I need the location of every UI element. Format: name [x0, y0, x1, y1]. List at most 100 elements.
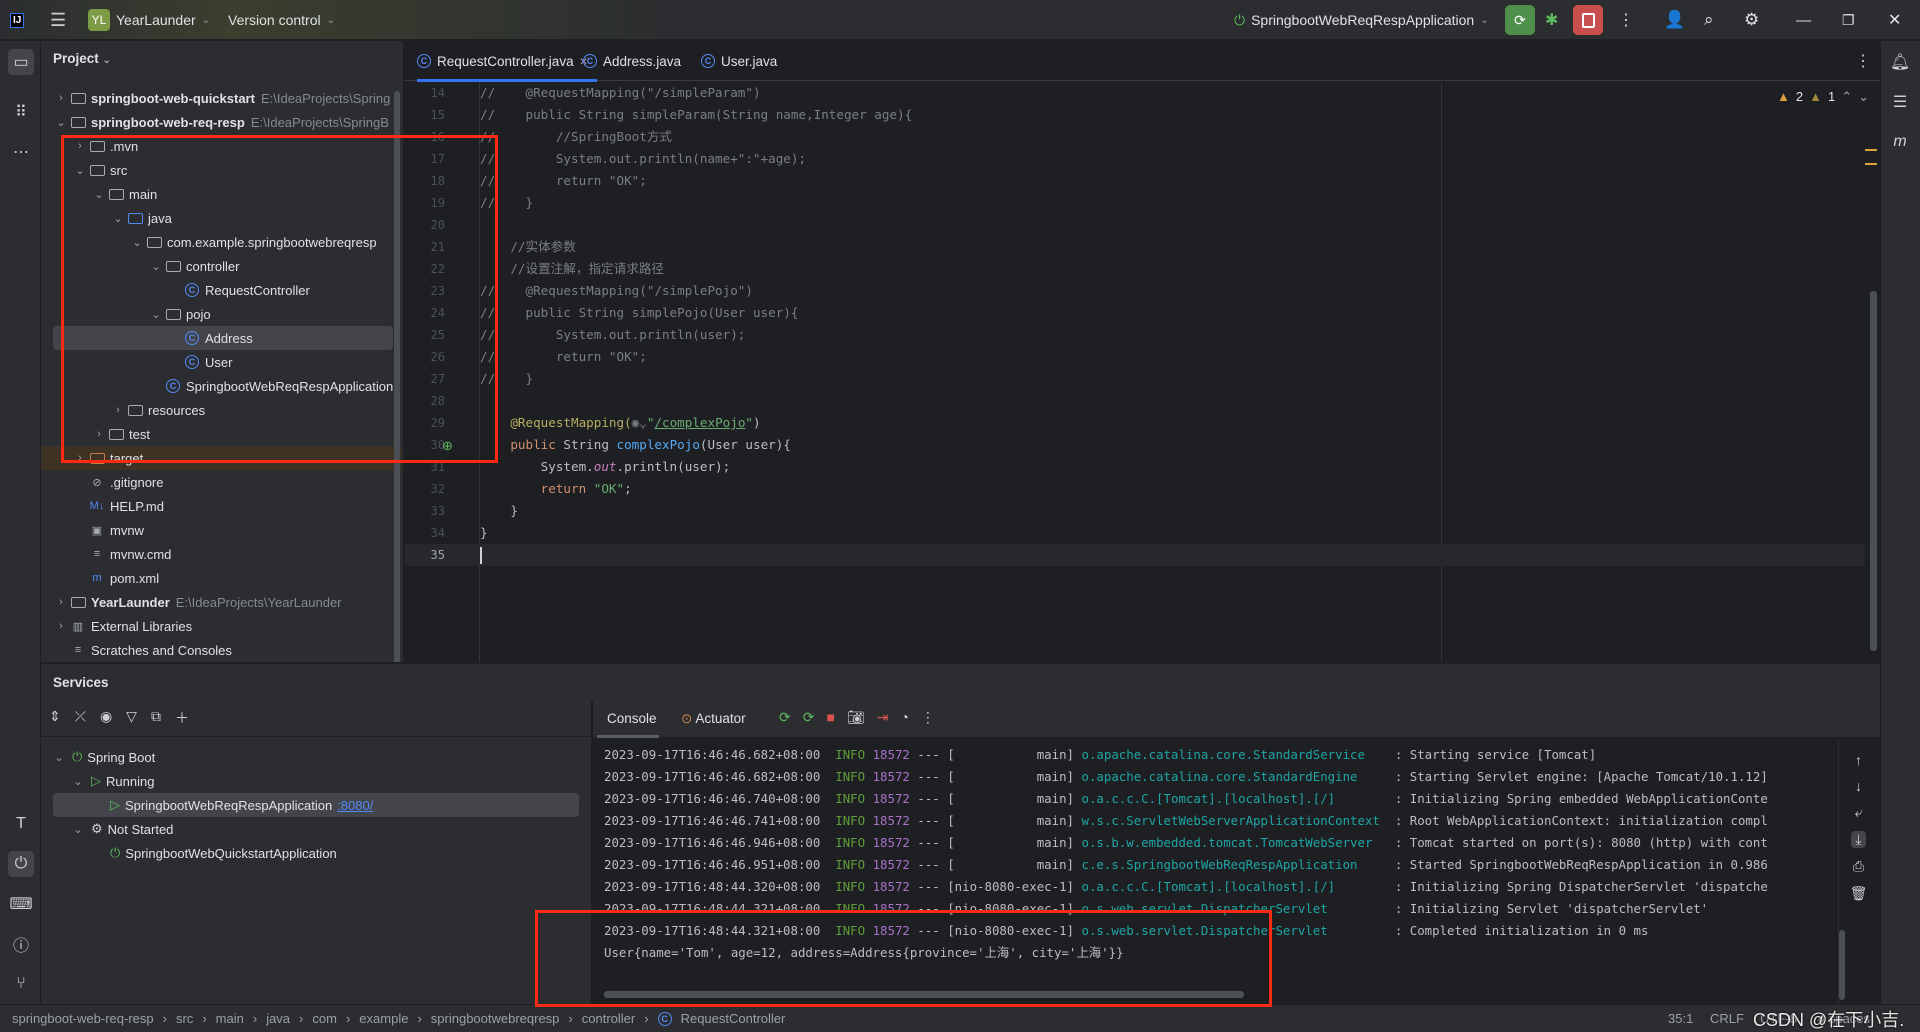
project-scrollbar[interactable] [394, 91, 400, 662]
tree-item[interactable]: ▣ mvnw [41, 518, 401, 542]
gear-icon[interactable]: ⚙ [1744, 0, 1759, 40]
tree-item[interactable]: ≡ mvnw.cmd [41, 542, 401, 566]
notifications-bell-icon[interactable]: 🔔︎ [1887, 49, 1913, 75]
inspection-widget[interactable]: ▲ 2 ▲ 1 ⌃ ⌄ [1777, 89, 1869, 105]
console-v-scrollbar[interactable] [1839, 930, 1845, 1000]
service-item[interactable]: ⏻ SpringbootWebQuickstartApplication [89, 841, 337, 865]
breadcrumb-item[interactable]: java [266, 1011, 290, 1026]
close-icon[interactable]: ✕ [1888, 0, 1901, 40]
tree-item[interactable]: ⌄ pojo [41, 302, 401, 326]
service-item[interactable]: ▷ SpringbootWebReqRespApplication:8080/ [53, 793, 579, 817]
chevron-down-icon[interactable]: ⌄ [110, 212, 126, 225]
tree-item[interactable]: ⊘ .gitignore [41, 470, 401, 494]
tree-item[interactable]: ⌄ java [41, 206, 401, 230]
project-panel-title[interactable]: Project ⌄ [53, 51, 111, 66]
main-menu-icon[interactable]: ☰ [50, 0, 66, 40]
tree-item[interactable]: M↓ HELP.md [41, 494, 401, 518]
minimize-icon[interactable]: — [1796, 0, 1811, 40]
tab-console[interactable]: Console [607, 711, 657, 726]
breadcrumb-item[interactable]: example [359, 1011, 408, 1026]
run-config-selector[interactable]: ⏻ SpringbootWebReqRespApplication ⌄ [1234, 0, 1489, 40]
tree-item[interactable]: ⌄ springboot-web-req-resp E:\IdeaProjects\… [41, 110, 401, 134]
database-icon[interactable]: ☰ [1887, 89, 1913, 115]
console-h-scrollbar[interactable] [604, 991, 1244, 998]
chevron-right-icon[interactable]: › [91, 428, 107, 440]
view-options-eye-icon[interactable]: ◉ [100, 708, 112, 728]
service-port-link[interactable]: :8080/ [337, 798, 373, 813]
tree-item[interactable]: ⌄ src [41, 158, 401, 182]
debug-bug-icon[interactable]: ✱ [1545, 0, 1558, 40]
chevron-down-icon[interactable]: ⌄ [148, 260, 164, 273]
tree-item[interactable]: C Address [53, 326, 393, 350]
editor-scrollbar[interactable] [1870, 291, 1877, 651]
git-icon[interactable]: ⑂ [8, 971, 34, 997]
tree-item[interactable]: › target [41, 446, 401, 470]
breadcrumb-item[interactable]: springbootwebreqresp [431, 1011, 560, 1026]
structure-icon[interactable]: ⠿ [8, 99, 34, 125]
chevron-right-icon[interactable]: › [72, 140, 88, 152]
line-separator[interactable]: CRLF [1710, 1011, 1744, 1026]
tree-item[interactable]: › resources [41, 398, 401, 422]
rerun-icon[interactable]: ⟳ [779, 709, 791, 726]
rerun-debug-icon[interactable]: ⟳ [803, 709, 815, 726]
chevron-down-icon[interactable]: ⌄ [51, 751, 67, 764]
problems-icon[interactable]: ⓘ [8, 931, 34, 957]
tree-item[interactable]: › test [41, 422, 401, 446]
chevron-down-icon[interactable]: ⌄ [129, 236, 145, 249]
service-item[interactable]: ⌄ ⏻ Spring Boot [51, 745, 155, 769]
tree-item[interactable]: ≡ Scratches and Consoles [41, 638, 401, 662]
chevron-down-icon[interactable]: ⌄ [53, 116, 69, 129]
stop-button[interactable] [1573, 5, 1603, 35]
breadcrumb-item[interactable]: controller [582, 1011, 635, 1026]
screenshot-camera-icon[interactable]: 📷︎ [847, 709, 865, 726]
chevron-down-icon[interactable]: ⌄ [72, 164, 88, 177]
tab-address-java[interactable]: C Address.java [583, 41, 691, 81]
exit-icon[interactable]: ⇥ [877, 709, 889, 726]
scroll-up-icon[interactable]: ↑ [1855, 752, 1862, 768]
chevron-down-icon[interactable]: ⌄ [70, 775, 86, 788]
tree-item[interactable]: › YearLaunder E:\IdeaProjects\YearLaunder [41, 590, 401, 614]
build-hammer-icon[interactable]: T [8, 811, 34, 837]
tree-item[interactable]: C SpringbootWebReqRespApplication [41, 374, 401, 398]
chevron-right-icon[interactable]: › [72, 452, 88, 464]
expand-all-icon[interactable]: ⇕ [49, 708, 61, 728]
service-item[interactable]: ⌄ ⚙ Not Started [70, 817, 173, 841]
chevron-right-icon[interactable]: › [53, 596, 69, 608]
tree-item[interactable]: ⌄ controller [41, 254, 401, 278]
profiler-icon[interactable]: ◔ [900, 709, 908, 726]
restore-icon[interactable]: ❐ [1842, 0, 1855, 40]
breadcrumb-item[interactable]: com [312, 1011, 337, 1026]
tree-item[interactable]: ⌄ com.example.springbootwebreqresp [41, 230, 401, 254]
chevron-down-icon[interactable]: ⌄ [70, 823, 86, 836]
tree-item[interactable]: › ▥ External Libraries [41, 614, 401, 638]
soft-wrap-icon[interactable]: ⤶ [1855, 804, 1863, 821]
new-group-icon[interactable]: ⧉ [151, 708, 161, 728]
scroll-down-icon[interactable]: ↓ [1855, 778, 1862, 794]
vcs-selector[interactable]: Version control ⌄ [228, 0, 335, 40]
tree-item[interactable]: C User [41, 350, 401, 374]
chevron-right-icon[interactable]: › [110, 404, 126, 416]
add-user-icon[interactable]: 👤 [1664, 0, 1685, 40]
clear-trash-icon[interactable]: 🗑︎ [1850, 885, 1868, 902]
chevron-down-icon[interactable]: ⌄ [91, 188, 107, 201]
services-icon[interactable]: ⏻ [8, 851, 34, 877]
chevron-right-icon[interactable]: › [53, 620, 69, 632]
tree-item[interactable]: ⌄ main [41, 182, 401, 206]
caret-position[interactable]: 35:1 [1668, 1011, 1693, 1026]
project-folder-icon[interactable]: ▭ [8, 49, 34, 75]
breadcrumb-item[interactable]: src [176, 1011, 193, 1026]
more-tools-icon[interactable]: ⋯ [8, 139, 34, 165]
tree-item[interactable]: › .mvn [41, 134, 401, 158]
tab-actuator[interactable]: ⊙ Actuator [681, 711, 746, 727]
more-options-icon[interactable]: ⋮ [1618, 0, 1634, 40]
next-highlight-icon[interactable]: ⌄ [1858, 89, 1869, 105]
print-icon[interactable]: ⎙ [1853, 858, 1864, 875]
maven-icon[interactable]: m [1887, 129, 1913, 155]
scroll-to-end-icon[interactable]: ⤓ [1851, 831, 1866, 848]
endpoint-gutter-icon[interactable]: ⊕ [442, 438, 453, 454]
search-icon[interactable]: ⌕ [1704, 0, 1714, 40]
breadcrumb-item[interactable]: RequestController [681, 1011, 786, 1026]
prev-highlight-icon[interactable]: ⌃ [1841, 89, 1852, 105]
more-icon[interactable]: ⋮ [921, 709, 935, 726]
chevron-right-icon[interactable]: › [53, 92, 69, 104]
